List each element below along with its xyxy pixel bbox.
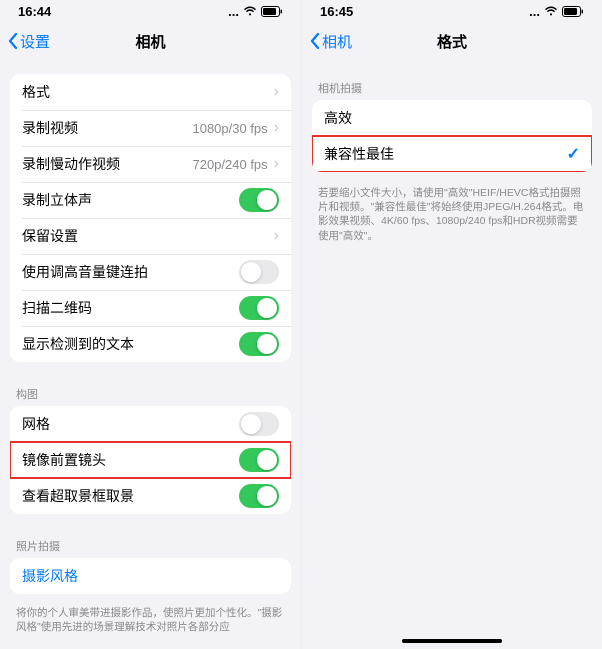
chevron-right-icon: › bbox=[274, 228, 279, 244]
settings-group-composition: 网格 镜像前置镜头 查看超取景框取景 bbox=[10, 406, 291, 514]
battery-icon bbox=[562, 6, 584, 17]
row-label: 录制慢动作视频 bbox=[22, 154, 120, 174]
back-label: 设置 bbox=[20, 31, 50, 52]
status-bar: 16:44 ... bbox=[0, 0, 301, 22]
chevron-right-icon: › bbox=[274, 120, 279, 136]
row-record-video[interactable]: 录制视频 1080p/30 fps › bbox=[10, 110, 291, 146]
row-label: 录制视频 bbox=[22, 118, 78, 138]
cellular-icon: ... bbox=[529, 4, 540, 19]
row-label: 摄影风格 bbox=[22, 566, 78, 586]
settings-group-formats: 高效 兼容性最佳 ✓ bbox=[312, 100, 592, 172]
row-label: 显示检测到的文本 bbox=[22, 334, 134, 354]
row-label: 镜像前置镜头 bbox=[22, 450, 106, 470]
phone-camera-settings: 16:44 ... 设置 相机 格式 › 录制视频 1080p/30 fps › … bbox=[0, 0, 301, 649]
switch-qr[interactable] bbox=[239, 296, 279, 320]
row-detail: 720p/240 fps bbox=[192, 157, 267, 172]
row-label: 格式 bbox=[22, 82, 50, 102]
section-footer-formats: 若要缩小文件大小，请使用"高效"HEIF/HEVC格式拍摄照片和视频。"兼容性最… bbox=[302, 180, 602, 255]
wifi-icon bbox=[544, 6, 558, 16]
nav-bar: 设置 相机 bbox=[0, 22, 301, 60]
status-bar: 16:45 ... bbox=[302, 0, 602, 22]
chevron-right-icon: › bbox=[274, 156, 279, 172]
nav-bar: 相机 格式 bbox=[302, 22, 602, 60]
chevron-right-icon: › bbox=[274, 84, 279, 100]
phone-formats-settings: 16:45 ... 相机 格式 相机拍摄 高效 兼容性最佳 ✓ 若要缩小文件大小… bbox=[301, 0, 602, 649]
row-label: 高效 bbox=[324, 108, 352, 128]
row-most-compatible[interactable]: 兼容性最佳 ✓ bbox=[312, 136, 592, 172]
status-time: 16:44 bbox=[18, 4, 51, 19]
battery-icon bbox=[261, 6, 283, 17]
row-formats[interactable]: 格式 › bbox=[10, 74, 291, 110]
status-time: 16:45 bbox=[320, 4, 353, 19]
row-detected-text[interactable]: 显示检测到的文本 bbox=[10, 326, 291, 362]
chevron-left-icon bbox=[310, 33, 320, 49]
section-header-composition: 构图 bbox=[0, 380, 301, 406]
section-header-photo-capture: 照片拍摄 bbox=[0, 532, 301, 558]
row-grid[interactable]: 网格 bbox=[10, 406, 291, 442]
back-button[interactable]: 设置 bbox=[8, 31, 50, 52]
status-icons: ... bbox=[228, 4, 283, 19]
status-icons: ... bbox=[529, 4, 584, 19]
settings-group-photo-capture: 摄影风格 bbox=[10, 558, 291, 594]
row-detail: 1080p/30 fps bbox=[192, 121, 267, 136]
home-indicator bbox=[402, 639, 502, 643]
back-label: 相机 bbox=[322, 31, 352, 52]
row-label: 兼容性最佳 bbox=[324, 144, 394, 164]
back-button[interactable]: 相机 bbox=[310, 31, 352, 52]
switch-stereo[interactable] bbox=[239, 188, 279, 212]
switch-outside-frame[interactable] bbox=[239, 484, 279, 508]
row-label: 查看超取景框取景 bbox=[22, 486, 134, 506]
row-view-outside-frame[interactable]: 查看超取景框取景 bbox=[10, 478, 291, 514]
section-footer-styles: 将你的个人审美带进摄影作品，使照片更加个性化。"摄影风格"使用先进的场景理解技术… bbox=[0, 600, 301, 646]
switch-mirror-front[interactable] bbox=[239, 448, 279, 472]
row-volume-burst[interactable]: 使用调高音量键连拍 bbox=[10, 254, 291, 290]
row-photographic-styles[interactable]: 摄影风格 bbox=[10, 558, 291, 594]
section-header-camera-capture: 相机拍摄 bbox=[302, 74, 602, 100]
cellular-icon: ... bbox=[228, 4, 239, 19]
row-record-slomo[interactable]: 录制慢动作视频 720p/240 fps › bbox=[10, 146, 291, 182]
row-label: 使用调高音量键连拍 bbox=[22, 262, 148, 282]
row-label: 扫描二维码 bbox=[22, 298, 92, 318]
switch-detected-text[interactable] bbox=[239, 332, 279, 356]
content: 相机拍摄 高效 兼容性最佳 ✓ 若要缩小文件大小，请使用"高效"HEIF/HEV… bbox=[302, 60, 602, 649]
switch-grid[interactable] bbox=[239, 412, 279, 436]
switch-volume-burst[interactable] bbox=[239, 260, 279, 284]
row-preserve-settings[interactable]: 保留设置 › bbox=[10, 218, 291, 254]
row-mirror-front[interactable]: 镜像前置镜头 bbox=[10, 442, 291, 478]
content: 格式 › 录制视频 1080p/30 fps › 录制慢动作视频 720p/240… bbox=[0, 60, 301, 649]
row-high-efficiency[interactable]: 高效 bbox=[312, 100, 592, 136]
wifi-icon bbox=[243, 6, 257, 16]
row-label: 录制立体声 bbox=[22, 190, 92, 210]
row-label: 网格 bbox=[22, 414, 50, 434]
row-stereo-sound[interactable]: 录制立体声 bbox=[10, 182, 291, 218]
settings-group-main: 格式 › 录制视频 1080p/30 fps › 录制慢动作视频 720p/240… bbox=[10, 74, 291, 362]
row-scan-qr[interactable]: 扫描二维码 bbox=[10, 290, 291, 326]
row-label: 保留设置 bbox=[22, 226, 78, 246]
checkmark-icon: ✓ bbox=[567, 144, 580, 164]
chevron-left-icon bbox=[8, 33, 18, 49]
